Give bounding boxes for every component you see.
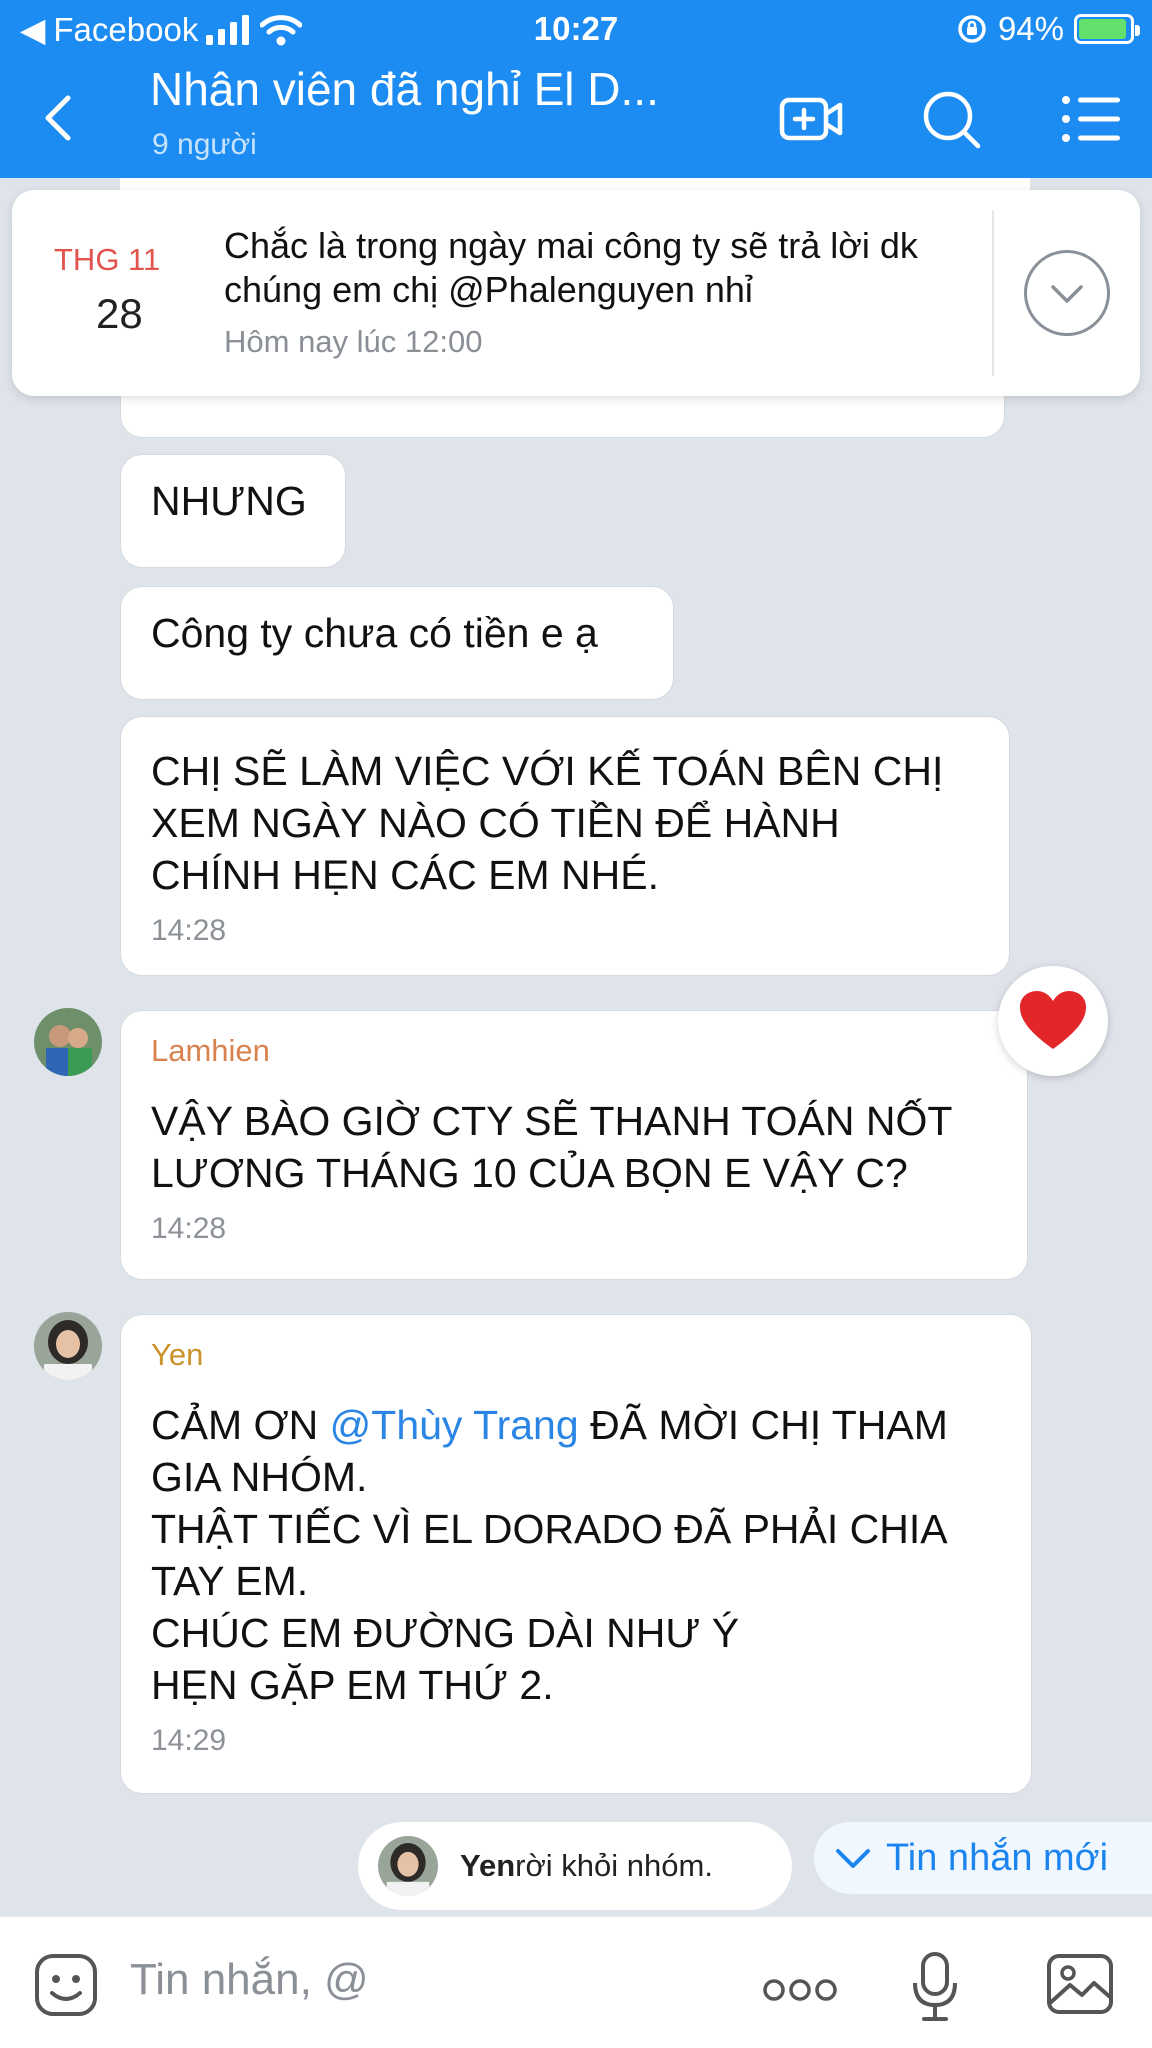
- avatar-photo: [34, 1008, 102, 1076]
- battery-percent: 94%: [997, 10, 1064, 47]
- image-gallery-icon[interactable]: [1046, 1953, 1114, 2015]
- message-input[interactable]: Tin nhắn, @: [130, 1955, 369, 2005]
- message-bubble[interactable]: CHỊ SẼ LÀM VIỆC VỚI KẾ TOÁN BÊN CHỊ XEM …: [120, 716, 1010, 976]
- member-count[interactable]: 9 người: [152, 128, 257, 162]
- pinned-divider: [992, 210, 994, 376]
- message-line: CHÚC EM ĐƯỜNG DÀI NHƯ Ý: [151, 1610, 740, 1656]
- avatar-photo: [34, 1312, 102, 1380]
- sender-name[interactable]: Lamhien: [151, 1031, 997, 1071]
- sticker-icon[interactable]: [34, 1953, 98, 2017]
- pinned-month: THG 11: [54, 242, 161, 277]
- new-messages-button[interactable]: Tin nhắn mới: [814, 1822, 1152, 1894]
- system-action: rời khỏi nhóm.: [515, 1848, 713, 1883]
- new-messages-label: Tin nhắn mới: [886, 1836, 1109, 1879]
- message-line: HẸN GẶP EM THỨ 2.: [151, 1662, 554, 1708]
- hidden-bubble-bottom: [120, 396, 1005, 438]
- chat-header: ◀ Facebook 10:27 94% Nhân viên đã nghỉ E…: [0, 0, 1152, 178]
- pinned-day: 28: [96, 290, 143, 337]
- rotation-lock-icon: [958, 15, 986, 43]
- chevron-down-icon: [1051, 285, 1083, 303]
- message-bubble[interactable]: NHƯNG: [120, 454, 346, 568]
- sender-name[interactable]: Yen: [151, 1335, 1001, 1375]
- pinned-message[interactable]: THG 11 28 Chắc là trong ngày mai công ty…: [12, 190, 1140, 396]
- message-text: NHƯNG: [151, 478, 307, 524]
- reaction-button[interactable]: [998, 966, 1108, 1076]
- video-call-icon[interactable]: [776, 84, 846, 154]
- message-text: VẬY BÀO GIỜ CTY SẼ THANH TOÁN NỐT LƯƠNG …: [151, 1098, 952, 1196]
- message-text: Công ty chưa có tiền e ạ: [151, 610, 598, 656]
- mention-link[interactable]: @Thùy Trang: [330, 1402, 579, 1448]
- pinned-text: Chắc là trong ngày mai công ty sẽ trả lờ…: [224, 225, 918, 310]
- status-right: 94%: [956, 10, 1140, 48]
- message-bubble[interactable]: Yen CẢM ƠN @Thùy Trang ĐÃ MỜI CHỊ THAM G…: [120, 1314, 1032, 1794]
- status-bar: ◀ Facebook 10:27 94%: [0, 0, 1152, 58]
- microphone-icon[interactable]: [910, 1951, 960, 2023]
- message-bubble[interactable]: Công ty chưa có tiền e ạ: [120, 586, 674, 700]
- avatar: [378, 1836, 438, 1896]
- message-text: CẢM ƠN @Thùy Trang ĐÃ MỜI CHỊ THAM GIA N…: [151, 1399, 1001, 1711]
- message-bubble[interactable]: Lamhien VẬY BÀO GIỜ CTY SẼ THANH TOÁN NỐ…: [120, 1010, 1028, 1280]
- system-user-name: Yen: [460, 1848, 516, 1883]
- message-input-bar: Tin nhắn, @: [0, 1916, 1152, 2048]
- pinned-time: Hôm nay lúc 12:00: [224, 324, 483, 359]
- message-text: CHỊ SẼ LÀM VIỆC VỚI KẾ TOÁN BÊN CHỊ XEM …: [151, 748, 944, 898]
- expand-pinned-button[interactable]: [1024, 250, 1110, 336]
- message-time: 14:28: [151, 914, 227, 947]
- message-line: THẬT TIẾC VÌ EL DORADO ĐÃ PHẢI CHIA TAY …: [151, 1506, 946, 1604]
- group-title[interactable]: Nhân viên đã nghỉ El D...: [150, 62, 710, 116]
- system-notice: Yen rời khỏi nhóm.: [358, 1822, 792, 1910]
- back-arrow-icon[interactable]: [36, 88, 80, 148]
- avatar[interactable]: [34, 1312, 102, 1380]
- chevron-down-icon: [836, 1849, 870, 1868]
- message-time: 14:29: [151, 1724, 227, 1757]
- heart-icon: [1020, 991, 1086, 1049]
- more-options-icon[interactable]: [762, 1977, 838, 2003]
- message-time: 14:28: [151, 1212, 227, 1245]
- battery-icon: [1074, 14, 1140, 44]
- avatar[interactable]: [34, 1008, 102, 1076]
- search-icon[interactable]: [916, 84, 986, 154]
- menu-list-icon[interactable]: [1056, 84, 1126, 154]
- avatar-photo: [378, 1836, 438, 1896]
- message-text-part: CẢM ƠN: [151, 1402, 330, 1448]
